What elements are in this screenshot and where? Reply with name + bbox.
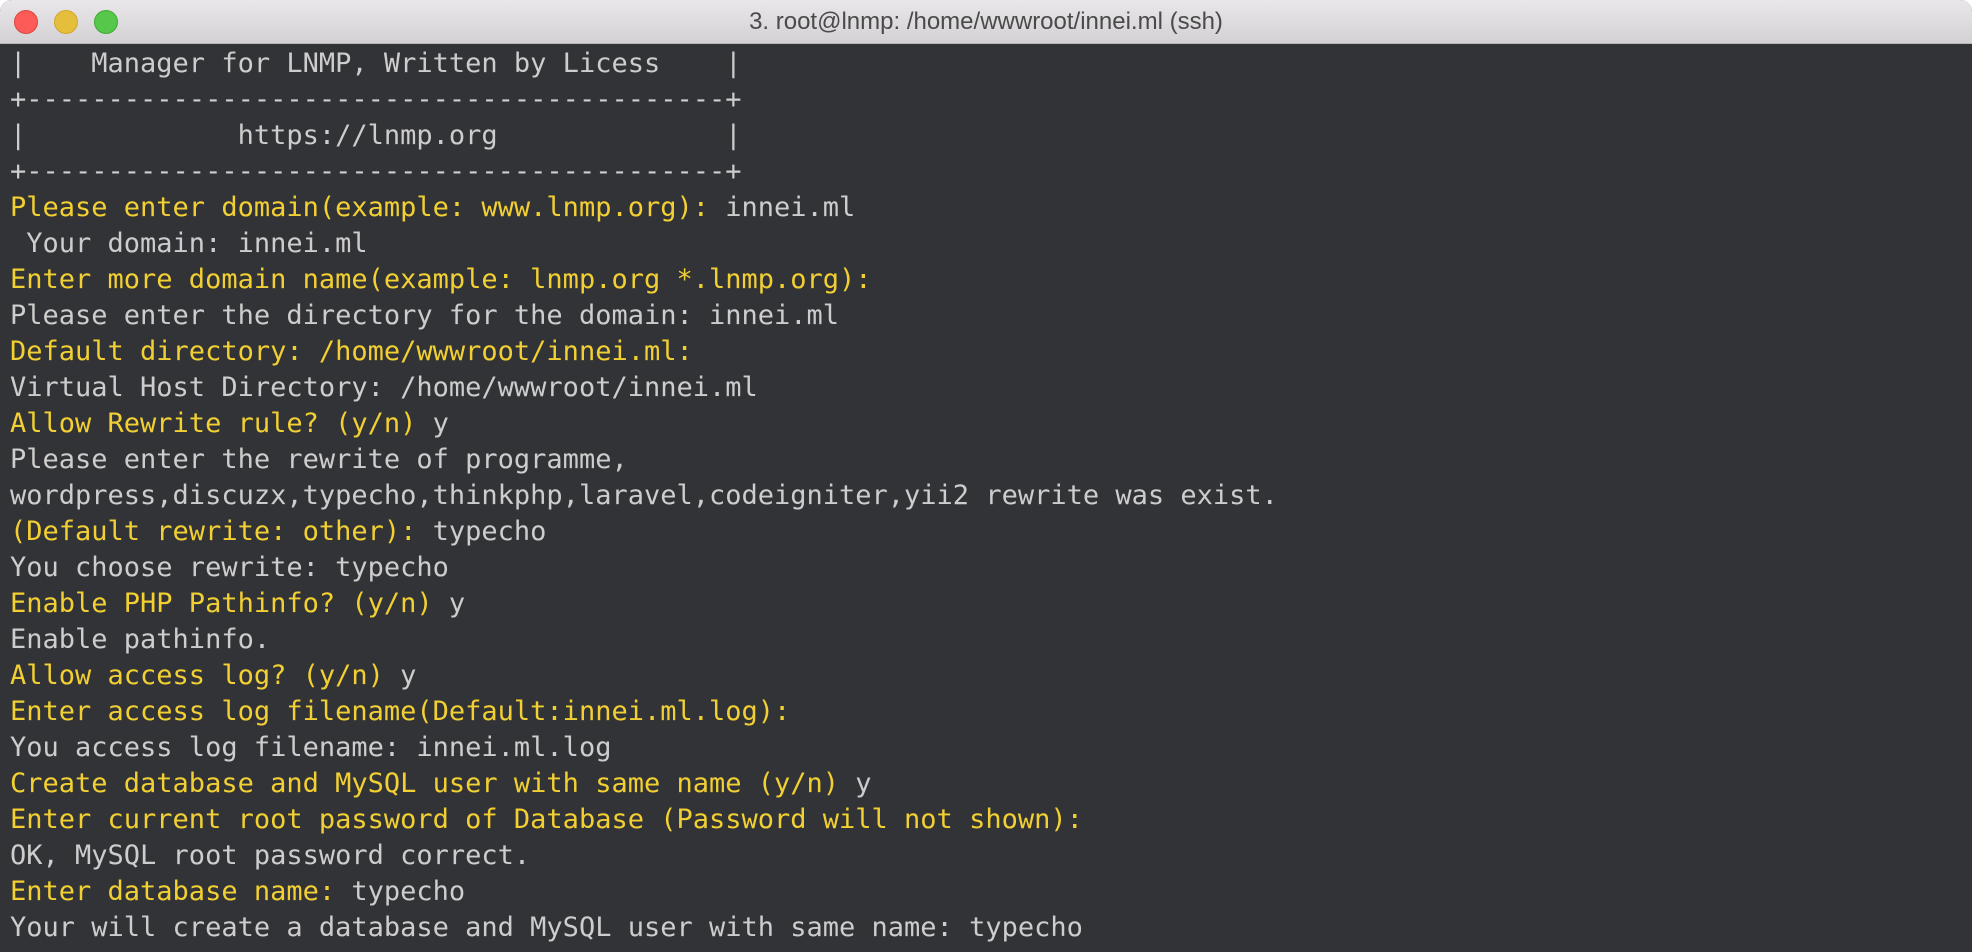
terminal-line: Create database and MySQL user with same…: [10, 766, 1962, 802]
terminal-line: Enable PHP Pathinfo? (y/n) y: [10, 586, 1962, 622]
terminal-line: You access log filename: innei.ml.log: [10, 730, 1962, 766]
output-text: Virtual Host Directory: /home/wwwroot/in…: [10, 372, 758, 403]
terminal-line: Allow Rewrite rule? (y/n) y: [10, 406, 1962, 442]
prompt-text: Enter database name:: [10, 876, 336, 907]
prompt-text: Please enter domain(example: www.lnmp.or…: [10, 192, 709, 223]
terminal-line: Please enter the directory for the domai…: [10, 298, 1962, 334]
terminal-line: | https://lnmp.org |: [10, 118, 1962, 154]
prompt-text: Allow Rewrite rule? (y/n): [10, 408, 417, 439]
terminal-line: Enter current root password of Database …: [10, 802, 1962, 838]
terminal-line: Enter database name: typecho: [10, 874, 1962, 910]
terminal-line: +---------------------------------------…: [10, 82, 1962, 118]
terminal-line: +---------------------------------------…: [10, 154, 1962, 190]
output-text: +---------------------------------------…: [10, 84, 742, 115]
terminal-line: Virtual Host Directory: /home/wwwroot/in…: [10, 370, 1962, 406]
prompt-text: Allow access log? (y/n): [10, 660, 384, 691]
output-text: | Manager for LNMP, Written by Licess |: [10, 48, 742, 79]
output-text: typecho: [335, 876, 466, 907]
output-text: y: [432, 588, 466, 619]
output-text: You access log filename: innei.ml.log: [10, 732, 612, 763]
terminal-line: Default directory: /home/wwwroot/innei.m…: [10, 334, 1962, 370]
output-text: | https://lnmp.org |: [10, 120, 742, 151]
output-text: typecho: [416, 516, 547, 547]
output-text: Enable pathinfo.: [10, 624, 271, 655]
output-text: Please enter the rewrite of programme,: [10, 444, 628, 475]
terminal-line: OK, MySQL root password correct.: [10, 838, 1962, 874]
prompt-text: Enter current root password of Database …: [10, 804, 1083, 835]
terminal-line: Enter access log filename(Default:innei.…: [10, 694, 1962, 730]
output-text: y: [839, 768, 872, 799]
terminal-line: Enable pathinfo.: [10, 622, 1962, 658]
terminal-line: | Manager for LNMP, Written by Licess |: [10, 46, 1962, 82]
output-text: Your will create a database and MySQL us…: [10, 912, 1083, 943]
prompt-text: (Default rewrite: other):: [10, 516, 417, 547]
terminal-line: You choose rewrite: typecho: [10, 550, 1962, 586]
output-text: innei.ml: [708, 192, 856, 223]
prompt-text: Enter access log filename(Default:innei.…: [10, 696, 791, 727]
terminal-line: Your will create a database and MySQL us…: [10, 910, 1962, 946]
terminal-line: Enter more domain name(example: lnmp.org…: [10, 262, 1962, 298]
output-text: Please enter the directory for the domai…: [10, 300, 840, 331]
prompt-text: Enable PHP Pathinfo? (y/n): [10, 588, 433, 619]
output-text: +---------------------------------------…: [10, 156, 742, 187]
terminal-line: wordpress,discuzx,typecho,thinkphp,larav…: [10, 478, 1962, 514]
terminal-window: 3. root@lnmp: /home/wwwroot/innei.ml (ss…: [0, 0, 1972, 952]
output-text: wordpress,discuzx,typecho,thinkphp,larav…: [10, 480, 1278, 511]
terminal-line: (Default rewrite: other): typecho: [10, 514, 1962, 550]
terminal-line: Please enter domain(example: www.lnmp.or…: [10, 190, 1962, 226]
output-text: You choose rewrite: typecho: [10, 552, 449, 583]
output-text: y: [416, 408, 449, 439]
terminal-line: Please enter the rewrite of programme,: [10, 442, 1962, 478]
output-text: y: [383, 660, 417, 691]
terminal-line: Allow access log? (y/n) y: [10, 658, 1962, 694]
output-text: OK, MySQL root password correct.: [10, 840, 531, 871]
terminal-output[interactable]: | Manager for LNMP, Written by Licess | +…: [10, 46, 1962, 952]
prompt-text: Default directory: /home/wwwroot/innei.m…: [10, 336, 693, 367]
prompt-text: Enter more domain name(example: lnmp.org…: [10, 264, 872, 295]
output-text: Your domain: innei.ml: [10, 228, 368, 259]
title-bar[interactable]: 3. root@lnmp: /home/wwwroot/innei.ml (ss…: [0, 0, 1972, 44]
window-title: 3. root@lnmp: /home/wwwroot/innei.ml (ss…: [749, 8, 1223, 35]
terminal-line: Your domain: innei.ml: [10, 226, 1962, 262]
prompt-text: Create database and MySQL user with same…: [10, 768, 840, 799]
